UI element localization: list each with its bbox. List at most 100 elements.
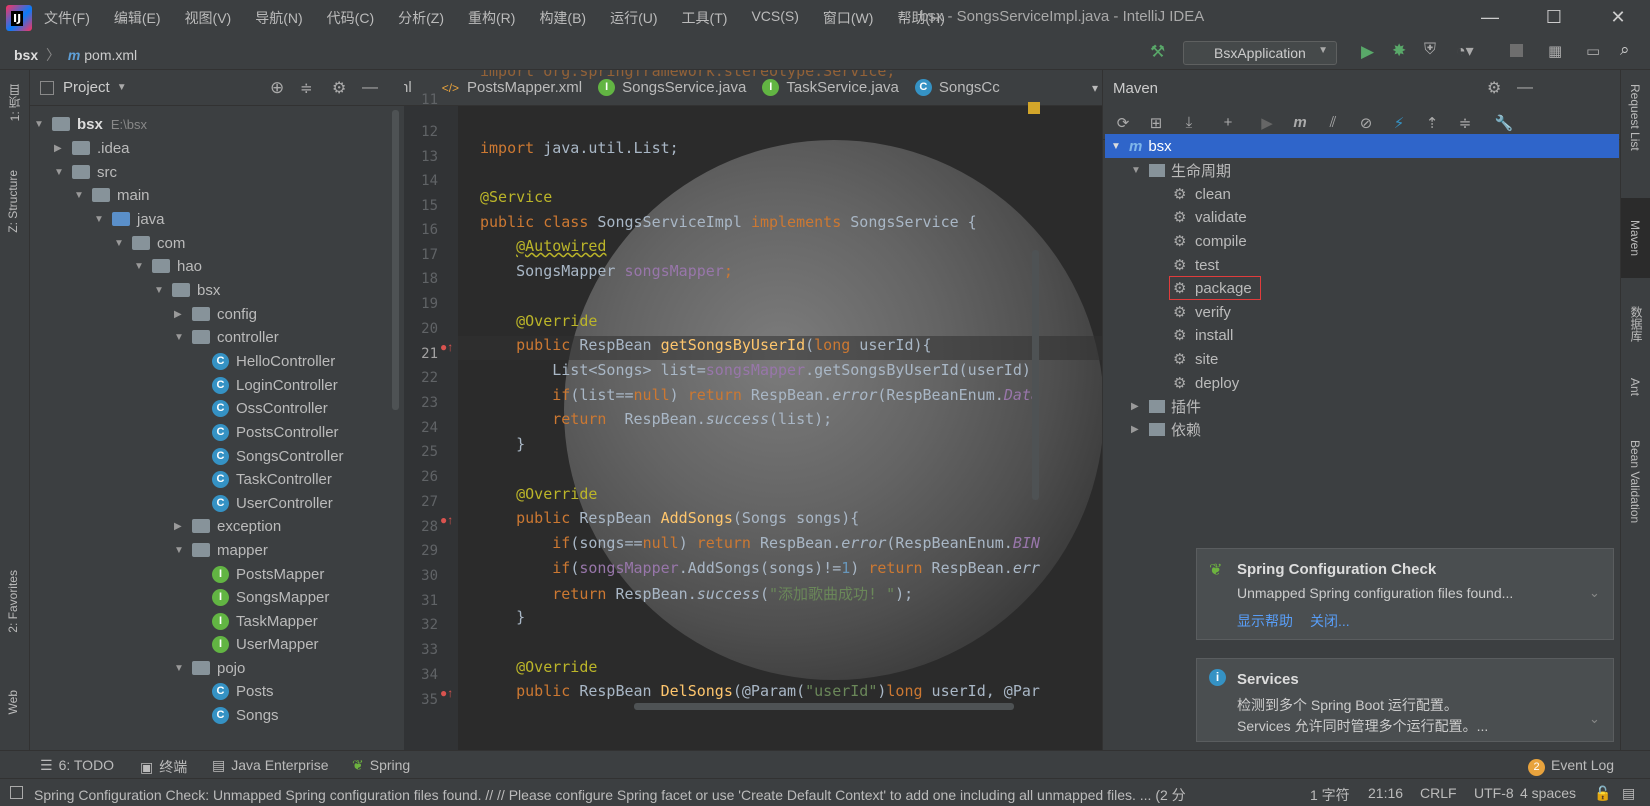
reload-icon[interactable]: ⟳	[1113, 114, 1133, 132]
run-icon[interactable]: ▶	[1361, 42, 1374, 62]
chevron-right-icon[interactable]: ▶	[174, 309, 186, 320]
tree-item-pojo[interactable]: ▼ pojo	[174, 656, 245, 680]
chevron-down-icon[interactable]: ▼	[74, 190, 86, 201]
tree-item-java[interactable]: ▼ java	[94, 207, 165, 231]
tree-item-hao[interactable]: ▼ hao	[134, 254, 202, 278]
chevron-right-icon[interactable]: ▶	[1131, 401, 1143, 412]
tab-favorites[interactable]: 2: Favorites	[6, 570, 20, 633]
maven-phase-deploy[interactable]: ⚙ deploy	[1173, 371, 1239, 395]
tree-item-osscontroller[interactable]: C OssController	[212, 396, 328, 420]
menu-run[interactable]: 运行(U)	[610, 8, 657, 28]
memory-indicator-icon[interactable]: ▤	[1622, 785, 1635, 802]
status-checkbox-icon[interactable]	[10, 786, 23, 799]
chevron-right-icon[interactable]: ▶	[174, 521, 186, 532]
chevron-down-icon[interactable]: ▼	[1111, 141, 1123, 152]
chevron-down-icon[interactable]: ▼	[134, 261, 146, 272]
override-gutter-icon[interactable]: ●↑	[440, 686, 453, 700]
maven-phase-clean[interactable]: ⚙ clean	[1173, 182, 1231, 206]
maven-lifecycle[interactable]: ▼ 生命周期	[1131, 158, 1231, 182]
stop-icon[interactable]	[1510, 44, 1523, 57]
tree-item-songs[interactable]: C Songs	[212, 703, 279, 727]
terminal-tab[interactable]: ▣ 终端	[140, 757, 187, 777]
menu-vcs[interactable]: VCS(S)	[751, 8, 798, 28]
tab-songsservice[interactable]: I SongsService.java	[598, 79, 746, 96]
hide-panel-icon[interactable]: —	[362, 79, 378, 97]
tree-item-main[interactable]: ▼ main	[74, 183, 150, 207]
chevron-down-icon[interactable]: ▼	[154, 285, 166, 296]
tree-item-taskmapper[interactable]: I TaskMapper	[212, 609, 318, 633]
warning-marker-icon[interactable]	[1028, 102, 1040, 114]
project-panel-title[interactable]: Project	[63, 79, 110, 96]
editor-scrollbar[interactable]	[1032, 250, 1039, 500]
tree-item-songsmapper[interactable]: I SongsMapper	[212, 585, 329, 609]
profile-icon[interactable]: ◔▾	[1456, 41, 1474, 61]
tree-item-posts[interactable]: C Posts	[212, 679, 274, 703]
chevron-down-icon[interactable]: ⌄	[1589, 711, 1600, 727]
build-hammer-icon[interactable]: ⚒	[1150, 42, 1165, 62]
menu-edit[interactable]: 编辑(E)	[114, 8, 161, 28]
spring-tab[interactable]: ❦ Spring	[352, 757, 410, 774]
skip-tests-icon[interactable]: ⊘	[1356, 114, 1376, 132]
toggle-offline-icon[interactable]: ⫽	[1323, 114, 1343, 131]
maven-dependencies[interactable]: ▶ 依赖	[1131, 417, 1201, 441]
generate-sources-icon[interactable]: ⊞	[1146, 114, 1166, 132]
chevron-down-icon[interactable]: ▼	[94, 214, 106, 225]
menu-code[interactable]: 代码(C)	[327, 8, 374, 28]
menu-build[interactable]: 构建(B)	[539, 8, 586, 28]
tree-item-idea[interactable]: ▶ .idea	[54, 136, 130, 160]
status-encoding[interactable]: UTF-8	[1474, 785, 1514, 801]
maven-phase-compile[interactable]: ⚙ compile	[1173, 229, 1247, 253]
override-gutter-icon[interactable]: ●↑	[440, 340, 453, 354]
tree-item-songscontroller[interactable]: C SongsController	[212, 444, 344, 468]
run-configuration-select[interactable]: BsxApplication ▼	[1183, 41, 1337, 65]
maven-phase-validate[interactable]: ⚙ validate	[1173, 205, 1247, 229]
code-editor[interactable]: nl </>PostsMapper.xml ISongsService.java…	[404, 70, 1102, 750]
tab-maven[interactable]: Maven	[1628, 220, 1642, 256]
tabs-overflow-chevron-icon[interactable]: ▾	[1092, 81, 1098, 95]
tab-postsmapper-xml[interactable]: </> PostsMapper.xml	[442, 79, 582, 96]
maven-phase-site[interactable]: ⚙ site	[1173, 347, 1218, 371]
tab-project[interactable]: 1: 项目	[6, 84, 23, 121]
tree-item-config[interactable]: ▶ config	[174, 302, 257, 326]
close-link[interactable]: 关闭...	[1310, 611, 1350, 631]
expand-all-icon[interactable]: ⇡	[1422, 114, 1442, 132]
override-gutter-icon[interactable]: ●↑	[440, 513, 453, 527]
show-dependencies-icon[interactable]: ⚡	[1389, 114, 1409, 132]
todo-tab[interactable]: ☰ 6: TODO	[40, 757, 114, 774]
tree-item-mapper[interactable]: ▼ mapper	[174, 538, 268, 562]
chevron-down-icon[interactable]: ▼	[174, 332, 186, 343]
download-icon[interactable]: ⤓	[1179, 114, 1199, 131]
maven-phase-test[interactable]: ⚙ test	[1173, 253, 1219, 277]
tab-database[interactable]: 数据库	[1628, 306, 1645, 342]
menu-view[interactable]: 视图(V)	[185, 8, 232, 28]
gear-icon[interactable]: ⚙	[1487, 78, 1501, 98]
maven-root[interactable]: ▼ m bsx	[1111, 134, 1172, 158]
tree-item-bsx[interactable]: ▼ bsx	[154, 278, 220, 302]
run-maven-icon[interactable]: ▶	[1257, 114, 1277, 132]
chevron-down-icon[interactable]: ▼	[1131, 165, 1143, 176]
status-message[interactable]: Spring Configuration Check: Unmapped Spr…	[34, 785, 1280, 805]
maven-root-selected[interactable]	[1105, 134, 1619, 158]
collapse-all-icon[interactable]: ≑	[300, 79, 313, 97]
menu-window[interactable]: 窗口(W)	[823, 8, 874, 28]
tab-taskservice[interactable]: I TaskService.java	[762, 79, 899, 96]
show-help-link[interactable]: 显示帮助	[1237, 611, 1293, 631]
breadcrumb-file[interactable]: pom.xml	[84, 47, 137, 63]
add-icon[interactable]: +	[1218, 114, 1238, 131]
search-icon[interactable]: ⌕	[1620, 40, 1630, 60]
status-indent[interactable]: 4 spaces	[1520, 785, 1576, 801]
locate-icon[interactable]: ⊕	[270, 78, 284, 98]
maven-phase-package[interactable]: ⚙ package	[1169, 276, 1261, 300]
event-log-tab[interactable]: 2 Event Log	[1528, 757, 1614, 776]
debug-icon[interactable]: ✸	[1392, 41, 1406, 61]
tree-item-com[interactable]: ▼ com	[114, 231, 185, 255]
chevron-right-icon[interactable]: ▶	[54, 143, 66, 154]
menu-file[interactable]: 文件(F)	[44, 8, 90, 28]
gear-icon[interactable]: ⚙	[332, 78, 346, 98]
hide-panel-icon[interactable]: —	[1517, 79, 1533, 97]
menu-analyze[interactable]: 分析(Z)	[398, 8, 444, 28]
tree-item-logincontroller[interactable]: C LoginController	[212, 373, 338, 397]
coverage-icon[interactable]: ⛨	[1424, 41, 1436, 59]
project-structure-icon[interactable]: ▦	[1548, 42, 1562, 60]
menu-navigate[interactable]: 导航(N)	[255, 8, 302, 28]
